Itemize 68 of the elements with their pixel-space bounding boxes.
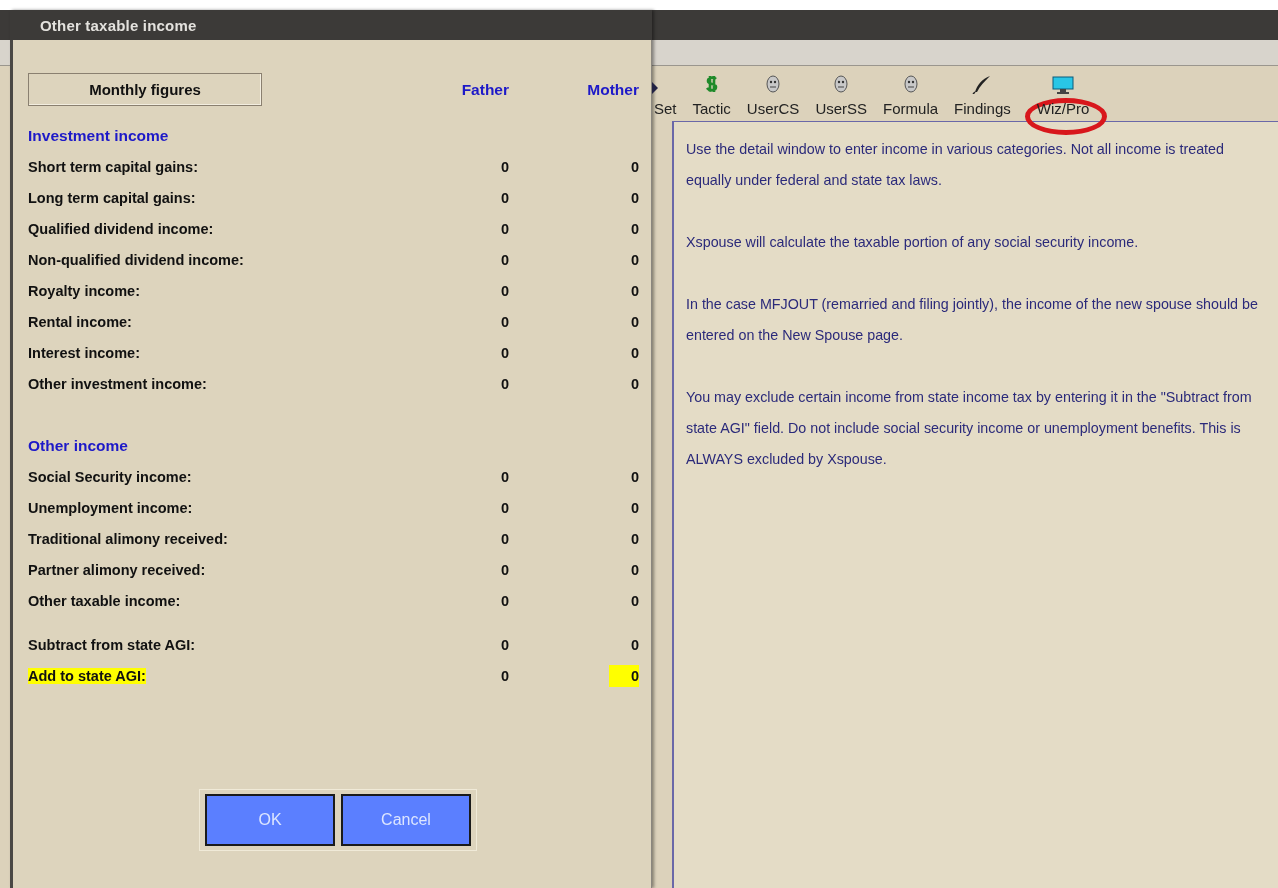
father-value: 0 [499,635,509,655]
row-label: Non-qualified dividend income: [28,251,244,268]
row-label: Traditional alimony received: [28,530,228,547]
row-label: Subtract from state AGI: [28,636,196,653]
row-label: Other taxable income: [28,592,181,609]
toolbar-button[interactable]: UserCS [738,74,808,121]
mother-value: 0 [629,467,639,487]
row-label: Other investment income: [28,375,207,392]
toolbar-button[interactable]: Wiz/Pro [1028,76,1098,121]
section-heading: Investment income [28,125,170,146]
help-paragraph: In the case MFJOUT (remarried and filing jointly), the income of the new spouse should be entered on the New Spouse page. [686,295,1259,345]
mother-value: 0 [629,343,639,363]
row-label: Qualified dividend income: [28,220,214,237]
toolbar-button[interactable]: Formula [875,74,947,121]
father-value: 0 [499,529,509,549]
column-heading: Father [460,80,509,99]
toolbar-button[interactable]: Set [654,82,685,121]
help-paragraph: Use the detail window to enter income in various categories. Not all income is treated equally under federal and state tax laws. [686,140,1225,190]
row-label: Add to state AGI: [28,667,146,684]
mother-value: 0 [629,635,639,655]
head-icon [902,74,919,94]
mother-value: 0 [629,374,639,394]
toolbar-button[interactable]: UserSS [807,74,876,121]
father-value: 0 [499,188,509,208]
row-label: Social Security income: [28,468,192,485]
help-paragraph: You may exclude certain income from state income tax by entering it in the "Subtract from state AGI" field. Do not include social security income or unemployment benefits. This is ALWAYS excluded by Xspouse. [686,388,1253,469]
dialog-title: Other taxable income [40,16,197,34]
mother-value: 0 [629,591,639,611]
mother-value: 0 [629,157,639,177]
row-label: Unemployment income: [28,499,193,516]
quill-icon [972,74,993,94]
father-value: 0 [499,591,509,611]
row-label: Short term capital gains: [28,158,198,175]
toolbar-button[interactable]: Tactic [684,74,739,121]
father-value: 0 [499,312,509,332]
father-value: 0 [499,281,509,301]
father-value: 0 [499,219,509,239]
mother-value: 0 [629,560,639,580]
father-value: 0 [499,560,509,580]
mother-value: 0 [608,664,639,687]
mother-value: 0 [629,188,639,208]
monitor-icon [1052,76,1075,94]
row-label: Interest income: [28,344,140,361]
arrow-icon [652,82,658,94]
monthly-figures-label: Monthly figures [28,73,262,106]
father-value: 0 [499,374,509,394]
head-icon [765,74,782,94]
help-paragraph: Xspouse will calculate the taxable portion of any social security income. [686,233,1140,252]
toolbar-button[interactable]: Findings [946,74,1019,121]
column-heading: Mother [586,80,639,99]
mother-value: 0 [629,219,639,239]
father-value: 0 [499,666,509,686]
head-icon [833,74,850,94]
father-value: 0 [499,250,509,270]
father-value: 0 [499,343,509,363]
row-label: Partner alimony received: [28,561,206,578]
father-value: 0 [499,467,509,487]
mother-value: 0 [629,312,639,332]
mother-value: 0 [629,529,639,549]
row-label: Rental income: [28,313,132,330]
father-value: 0 [499,498,509,518]
mother-value: 0 [629,498,639,518]
father-value: 0 [499,157,509,177]
mother-value: 0 [629,250,639,270]
section-heading: Other income [28,435,129,456]
row-label: Royalty income: [28,282,140,299]
row-label: Long term capital gains: [28,189,196,206]
mother-value: 0 [629,281,639,301]
